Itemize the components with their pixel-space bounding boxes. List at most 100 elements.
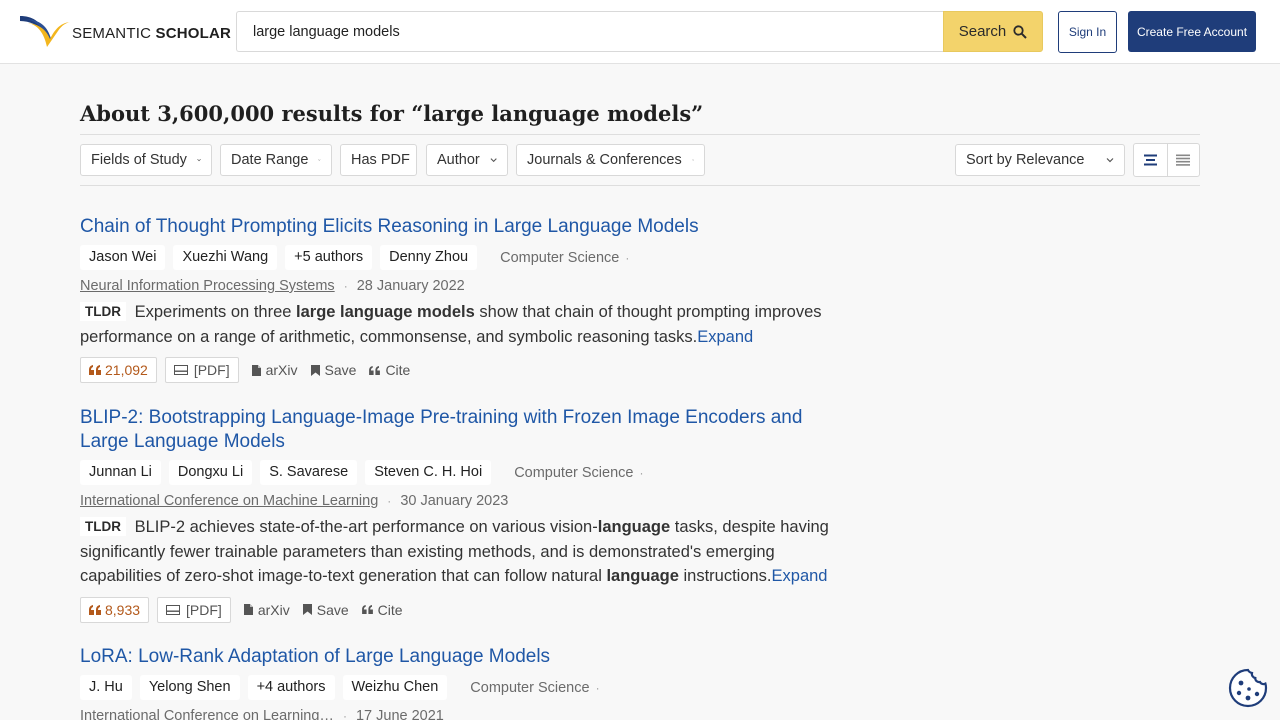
bookmark-icon [302,604,312,615]
venue-link[interactable]: International Conference on Machine Lear… [80,493,378,509]
publication-date: 30 January 2023 [400,493,509,509]
source-label: arXiv [257,601,290,618]
cite-label: Cite [377,601,403,618]
quote-icon [89,365,101,375]
results-heading: About 3,600,000 results for “large langu… [80,101,704,126]
filter-has-pdf[interactable]: Has PDF [340,144,417,176]
sort-select[interactable]: Sort by Relevance [955,144,1125,176]
cite-label: Cite [385,362,411,378]
chevron-down-icon [490,158,497,163]
arxiv-link[interactable]: arXiv [243,601,290,618]
author-chip[interactable]: Xuezhi Wang [173,245,278,270]
list-view-button[interactable] [1134,144,1167,176]
cite-button[interactable]: Cite [361,601,403,618]
author-chip[interactable]: Steven C. H. Hoi [365,460,492,485]
venue-link[interactable]: International Conference on Learning… [80,708,334,720]
arxiv-link[interactable]: arXiv [251,362,298,378]
save-label: Save [316,601,349,618]
search-button-label: Search [958,23,1007,40]
cite-button[interactable]: Cite [369,362,410,378]
tldr-abstract: TLDR Experiments on three large language… [80,302,822,346]
result-actions: 21,092 [PDF] arXiv Save Cite [80,357,840,383]
save-label: Save [324,362,357,378]
result-title[interactable]: LoRA: Low-Rank Adaptation of Large Langu… [80,645,840,669]
chevron-down-icon [1106,158,1114,163]
sign-in-button[interactable]: Sign In [1058,11,1117,53]
top-header: SEMANTIC SCHOLAR Search Sign In Create F… [0,0,1280,64]
search-input[interactable] [236,11,944,52]
filter-label: Journals & Conferences [527,152,682,168]
expand-link[interactable]: Expand [772,567,828,585]
document-icon [243,604,253,615]
author-list: Jason Wei Xuezhi Wang +5 authors Denny Z… [80,244,840,271]
result-title[interactable]: Chain of Thought Prompting Elicits Reaso… [80,215,840,239]
more-authors-chip[interactable]: +4 authors [247,675,335,700]
result-card: Chain of Thought Prompting Elicits Reaso… [80,215,840,383]
field-of-study: Computer Science · [514,464,644,481]
pdf-label: [PDF] [193,362,230,378]
create-account-button[interactable]: Create Free Account [1128,11,1256,52]
cookie-settings-button[interactable] [1228,668,1268,708]
document-icon [251,364,261,376]
field-of-study: Computer Science · [470,679,600,696]
search-icon [1013,24,1027,39]
venue-row: International Conference on Learning… · … [80,705,840,720]
semantic-scholar-logo[interactable]: SEMANTIC SCHOLAR [18,12,231,52]
compact-view-button[interactable] [1166,144,1200,176]
pdf-icon [166,604,181,615]
publication-date: 17 June 2021 [355,708,444,720]
result-title[interactable]: BLIP-2: Bootstrapping Language-Image Pre… [80,406,840,454]
more-authors-chip[interactable]: +5 authors [285,245,373,270]
quote-icon [369,365,381,375]
author-list: Junnan Li Dongxu Li S. Savarese Steven C… [80,459,840,486]
author-chip[interactable]: Junnan Li [80,460,161,485]
expand-link[interactable]: Expand [697,328,753,346]
author-chip[interactable]: S. Savarese [260,460,358,485]
search-button[interactable]: Search [943,11,1043,52]
result-actions: 8,933 [PDF] arXiv Save Cite [80,596,840,623]
filter-label: Fields of Study [91,152,187,168]
author-chip[interactable]: J. Hu [80,675,132,700]
chevron-down-icon [318,159,321,161]
quote-icon [361,605,373,614]
quote-icon [89,604,101,615]
filter-author[interactable]: Author [426,144,508,176]
author-chip[interactable]: Dongxu Li [168,460,253,485]
divider [80,134,1200,135]
save-button[interactable]: Save [302,601,349,618]
filter-fields-of-study[interactable]: Fields of Study [80,144,212,176]
filter-label: Author [437,152,480,168]
chevron-down-icon [691,159,694,161]
author-chip[interactable]: Yelong Shen [139,675,240,700]
pdf-button[interactable]: [PDF] [157,596,231,623]
filter-journals-conferences[interactable]: Journals & Conferences [516,144,705,176]
tldr-badge: TLDR [80,517,126,536]
venue-link[interactable]: Neural Information Processing Systems [80,278,335,294]
author-chip[interactable]: Jason Wei [80,245,166,270]
filter-label: Date Range [231,152,309,168]
view-toggle [1133,143,1200,177]
tldr-badge: TLDR [80,302,126,321]
save-button[interactable]: Save [310,362,357,378]
pdf-icon [173,365,188,375]
brand-name: SEMANTIC SCHOLAR [72,24,232,42]
citations-button[interactable]: 21,092 [80,357,157,383]
tldr-abstract: TLDR BLIP-2 achieves state-of-the-art pe… [80,517,829,585]
publication-date: 28 January 2022 [356,278,465,294]
compact-view-icon [1176,154,1191,166]
chevron-down-icon [197,159,201,162]
pdf-label: [PDF] [186,601,222,618]
venue-row: Neural Information Processing Systems · … [80,278,465,294]
bookmark-icon [310,364,320,376]
author-chip[interactable]: Weizhu Chen [342,675,448,700]
citations-button[interactable]: 8,933 [80,596,150,623]
author-list: J. Hu Yelong Shen +4 authors Weizhu Chen… [80,674,840,701]
filter-date-range[interactable]: Date Range [220,144,332,176]
author-chip[interactable]: Denny Zhou [380,245,478,270]
logo-mark-icon [20,16,70,47]
citation-count: 8,933 [105,601,141,618]
sort-label: Sort by Relevance [966,152,1085,168]
pdf-button[interactable]: [PDF] [164,357,239,383]
field-of-study: Computer Science · [500,249,630,266]
cookie-icon [1228,668,1268,708]
